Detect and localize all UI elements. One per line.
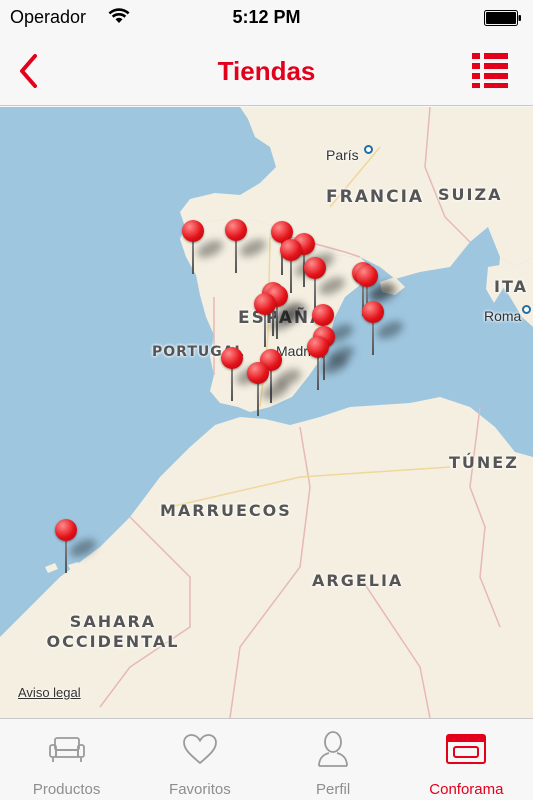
tab-label-conforama: Conforama [429,781,504,798]
heart-icon [180,731,220,767]
map-label-sahara-line2: OCCIDENTAL [46,632,180,651]
tab-productos[interactable]: Productos [0,719,133,800]
tab-label-favoritos: Favoritos [169,781,231,798]
list-icon [472,53,508,88]
page-title: Tiendas [217,56,316,86]
map-label-italia: ITA [494,277,529,296]
battery-icon [484,10,521,26]
app-screen: Operador 5:12 PM Tiendas FRANCIA SUIZA I… [0,0,533,800]
store-pin[interactable] [303,336,351,392]
city-label-paris: París [326,147,359,163]
list-view-button[interactable] [468,50,512,90]
map-label-argelia: ARGELIA [312,571,404,590]
tab-favoritos[interactable]: Favoritos [133,719,266,800]
tab-label-perfil: Perfil [316,781,351,798]
stores-map[interactable]: FRANCIA SUIZA ITA ESPAÑA PORTUGAL TÚNEZ … [0,107,533,718]
store-pin[interactable] [358,301,406,357]
person-icon [313,731,353,767]
store-pin[interactable] [51,519,99,575]
status-time: 5:12 PM [232,7,301,27]
store-pin[interactable] [178,220,226,276]
map-label-suiza: SUIZA [438,185,503,204]
store-pin[interactable] [243,362,291,418]
store-pin[interactable] [221,219,269,275]
tab-perfil[interactable]: Perfil [267,719,400,800]
status-bar: Operador 5:12 PM [0,0,533,36]
map-label-marruecos: MARRUECOS [160,501,292,520]
city-dot-paris [364,145,373,154]
legal-link[interactable]: Aviso legal [18,685,81,700]
city-dot-roma [522,305,531,314]
map-label-sahara-line1: SAHARA [69,612,157,631]
tab-bar: Productos Favoritos Perfil Conforama [0,718,533,800]
navigation-bar: Tiendas [0,36,533,106]
store-icon [446,731,487,767]
store-pin[interactable] [250,293,298,349]
sofa-icon [47,731,87,767]
tab-label-productos: Productos [32,781,101,798]
map-label-francia: FRANCIA [326,187,425,207]
map-label-tunez: TÚNEZ [449,453,519,472]
city-label-roma: Roma [484,308,522,324]
map-label-sahara: SAHARA OCCIDENTAL [42,612,184,652]
tab-conforama[interactable]: Conforama [400,719,533,800]
